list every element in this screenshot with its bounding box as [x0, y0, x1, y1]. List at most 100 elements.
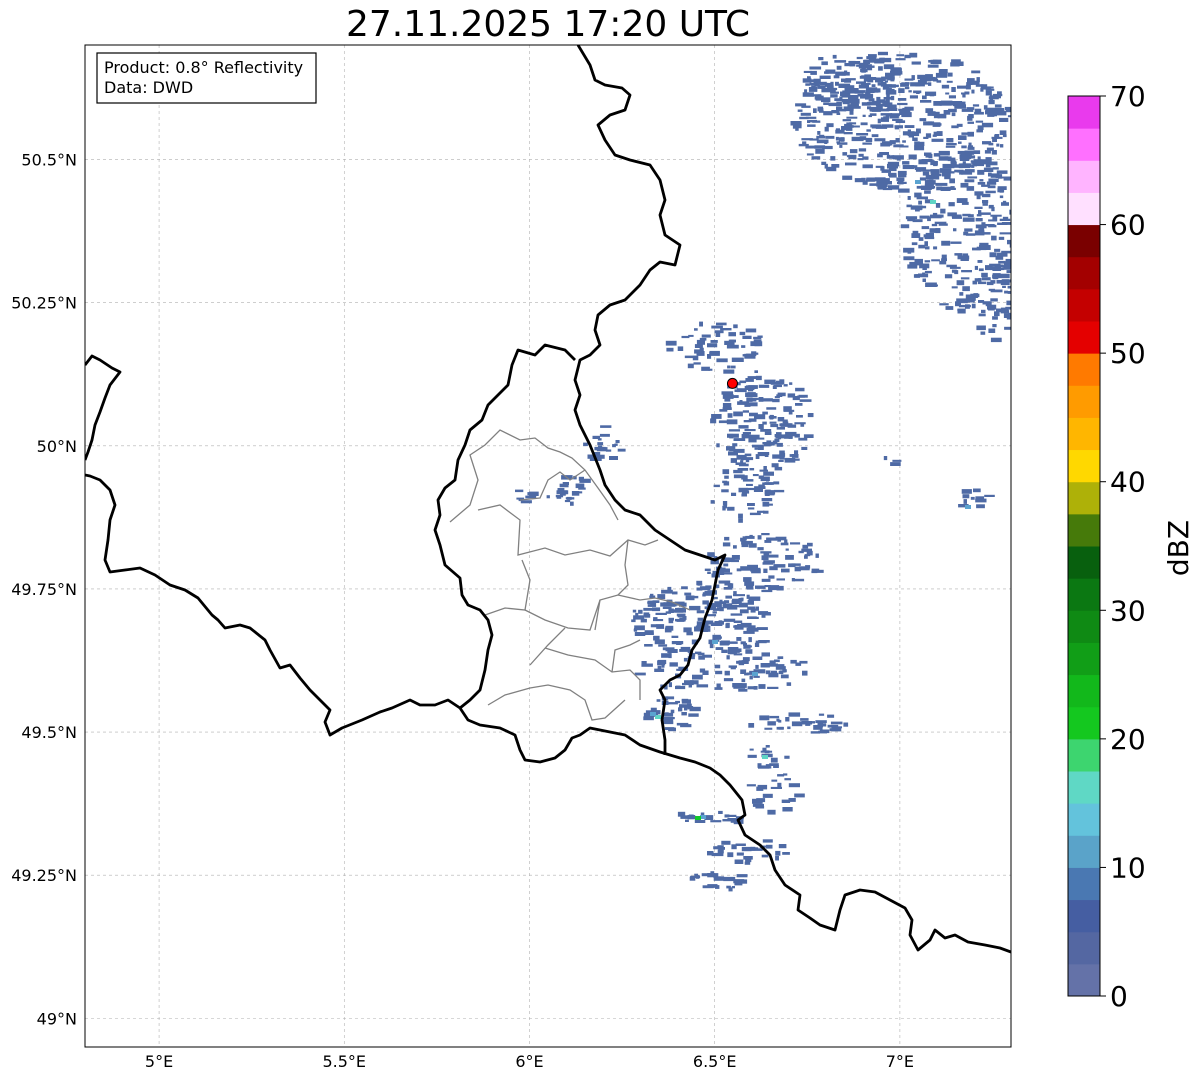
echo-pixel [738, 513, 743, 519]
echo-pixel [983, 224, 995, 227]
echo-pixel [821, 161, 827, 165]
echo-pixel [961, 153, 970, 156]
colorbar-segment [1068, 385, 1100, 418]
echo-pixel [805, 83, 810, 86]
echo-pixel [712, 634, 721, 640]
echo-pixel [788, 434, 793, 439]
echo-pixel [886, 154, 891, 158]
echo-pixel [697, 617, 704, 621]
echo-pixel [556, 490, 568, 495]
echo-pixel [988, 307, 995, 311]
echo-pixel [661, 589, 673, 594]
echo-pixel [768, 554, 779, 558]
echo-pixel [754, 642, 760, 647]
echo-pixel [757, 547, 764, 551]
echo-pixel [875, 165, 884, 168]
echo-pixel [707, 354, 712, 359]
colorbar-segment [1068, 835, 1100, 868]
echo-pixel [877, 186, 884, 189]
echo-pixel [923, 121, 935, 126]
echo-pixel [760, 429, 772, 432]
echo-pixel [716, 607, 720, 610]
echo-pixel [786, 682, 792, 686]
echo-pixel [771, 463, 779, 468]
echo-pixel-highlight [762, 755, 768, 759]
echo-pixel [684, 706, 688, 711]
echo-pixel [571, 491, 580, 496]
echo-pixel [730, 559, 739, 563]
echo-pixel [754, 370, 758, 373]
echo-pixel [804, 89, 808, 94]
echo-pixel [783, 421, 789, 426]
echo-pixel [879, 152, 889, 156]
echo-pixel [1007, 115, 1011, 118]
echo-pixel [1015, 242, 1026, 245]
echo-pixel [688, 713, 699, 717]
echo-pixel [835, 726, 842, 729]
echo-pixel [850, 102, 859, 106]
echo-pixel [849, 149, 858, 154]
echo-pixel [710, 340, 718, 343]
echo-pixel [741, 678, 746, 683]
echo-pixel [944, 187, 956, 190]
echo-pixel-highlight [712, 640, 718, 644]
echo-pixel [769, 715, 780, 719]
echo-pixel [859, 62, 865, 66]
echo-pixel [922, 265, 927, 270]
echo-pixel [945, 306, 954, 310]
echo-pixel [907, 196, 911, 200]
echo-pixel [896, 157, 901, 161]
echo-pixel [803, 721, 815, 724]
radar-site-marker [726, 377, 738, 389]
echo-pixel [722, 505, 726, 511]
echo-pixel [564, 500, 571, 503]
echo-pixel [811, 156, 821, 160]
echo-pixel [826, 166, 837, 172]
echo-pixel [724, 583, 732, 586]
echo-pixel [1000, 144, 1004, 148]
echo-pixel [703, 628, 711, 632]
echo-pixel [719, 640, 729, 646]
echo-pixel [755, 803, 764, 808]
echo-pixel [745, 328, 757, 333]
echo-pixel [715, 332, 721, 337]
echo-pixel [823, 111, 833, 116]
echo-pixel [773, 765, 779, 768]
echo-pixel [871, 134, 879, 138]
echo-pixel [925, 232, 934, 238]
echo-pixel [962, 494, 970, 499]
echo-pixel [916, 91, 920, 94]
echo-pixel [926, 284, 938, 287]
echo-pixel [907, 264, 918, 269]
echo-pixel [835, 136, 839, 141]
echo-pixel [679, 649, 691, 652]
echo-pixel [865, 96, 869, 100]
echo-pixel [997, 186, 1007, 190]
echo-pixel [918, 200, 922, 205]
echo-pixel [898, 188, 910, 193]
echo-pixel [712, 611, 717, 614]
echo-pixel [894, 125, 899, 130]
echo-pixel [761, 578, 771, 582]
echo-pixel [1000, 280, 1010, 286]
echo-pixel [874, 89, 879, 92]
echo-pixel [886, 94, 890, 99]
echo-pixel [710, 820, 722, 823]
echo-pixel [715, 670, 723, 675]
echo-pixel [976, 325, 986, 331]
echo-pixel [753, 675, 760, 678]
echo-pixel [868, 114, 872, 118]
echo-pixel [730, 613, 743, 616]
lat-tick-label: 49.5°N [21, 723, 77, 742]
echo-pixel [739, 609, 749, 614]
echo-pixel [727, 413, 733, 418]
echo-pixel [762, 793, 773, 798]
echo-pixel [925, 153, 932, 158]
echo-pixel [682, 682, 686, 686]
echo-pixel [978, 300, 985, 303]
echo-pixel [738, 602, 748, 608]
echo-pixel [768, 766, 772, 769]
echo-pixel [559, 483, 569, 488]
echo-pixel [740, 641, 746, 645]
echo-pixel [773, 564, 786, 568]
